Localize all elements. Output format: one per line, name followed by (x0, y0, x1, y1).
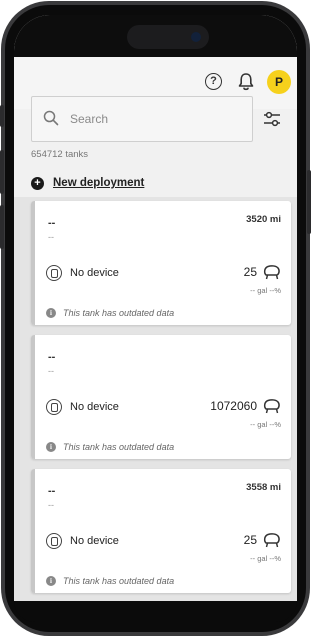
tank-subtitle: -- (48, 232, 54, 242)
search-field[interactable] (31, 96, 253, 142)
tank-level: 25 (243, 533, 257, 547)
device-label: No device (70, 267, 119, 279)
status-bar-indicator (31, 335, 35, 459)
tank-distance: 3558 mi (246, 482, 281, 493)
device-label: No device (70, 401, 119, 413)
tank-level: 1072060 (210, 399, 257, 413)
avatar[interactable]: P (267, 70, 291, 94)
tank-card[interactable]: -- -- 3558 mi No device 25 -- gal --% i … (31, 469, 291, 593)
tank-icon (263, 399, 280, 414)
outdated-note: This tank has outdated data (63, 576, 175, 586)
home-area (14, 601, 297, 622)
status-bar-indicator (31, 201, 35, 325)
device-icon (46, 399, 62, 415)
new-deployment-link[interactable]: + New deployment (31, 174, 144, 192)
tank-list: -- -- 3520 mi No device 25 -- gal --% i … (14, 197, 297, 601)
phone-frame: ? P 654712 tanks + New deployment -- -- (0, 0, 311, 637)
tank-units: -- gal --% (250, 286, 281, 295)
tank-name: -- (48, 351, 56, 363)
tank-units: -- gal --% (250, 420, 281, 429)
filter-icon[interactable] (263, 110, 281, 128)
volume-down-button (0, 205, 4, 249)
info-icon: i (46, 442, 56, 452)
tank-count: 654712 tanks (31, 149, 89, 160)
tank-name: -- (48, 217, 56, 229)
mute-switch (0, 105, 4, 127)
tank-card[interactable]: -- -- 3520 mi No device 25 -- gal --% i … (31, 201, 291, 325)
camera-dot (191, 32, 201, 42)
info-icon: i (46, 308, 56, 318)
tank-subtitle: -- (48, 500, 54, 510)
tank-level: 25 (243, 265, 257, 279)
tank-distance: 3520 mi (246, 214, 281, 225)
device-icon (46, 533, 62, 549)
outdated-note: This tank has outdated data (63, 308, 175, 318)
new-deployment-label: New deployment (53, 177, 145, 189)
bell-icon[interactable] (237, 72, 255, 92)
tank-card[interactable]: -- -- No device 1072060 -- gal --% i Thi… (31, 335, 291, 459)
volume-up-button (0, 150, 4, 194)
info-icon: i (46, 576, 56, 586)
tank-icon (263, 265, 280, 280)
search-input[interactable] (68, 109, 238, 129)
tank-icon (263, 533, 280, 548)
outdated-note: This tank has outdated data (63, 442, 175, 452)
question-icon[interactable]: ? (205, 73, 222, 90)
device-label: No device (70, 535, 119, 547)
tank-name: -- (48, 485, 56, 497)
device-icon (46, 265, 62, 281)
search-icon (43, 110, 59, 126)
tank-subtitle: -- (48, 366, 54, 376)
dynamic-island (127, 25, 209, 49)
status-bar-indicator (31, 469, 35, 593)
tank-units: -- gal --% (250, 554, 281, 563)
power-button (307, 170, 311, 234)
status-bar (14, 15, 297, 57)
plus-icon: + (31, 176, 44, 190)
